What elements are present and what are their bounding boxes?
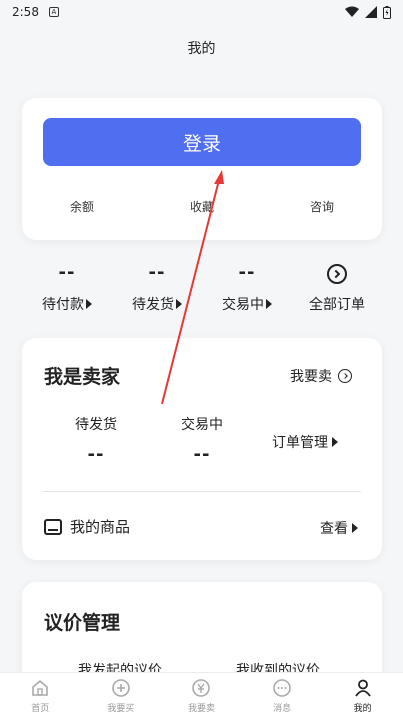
tab-home[interactable]: 首页 — [0, 678, 80, 714]
tab-label: 我要卖 — [187, 703, 215, 714]
chevron-circle-icon — [327, 264, 347, 284]
notification-badge-icon: A — [48, 7, 59, 17]
triangle-right-icon — [352, 523, 358, 533]
tab-buy[interactable]: 我要买 — [81, 678, 161, 714]
view-label: 查看 — [320, 521, 348, 537]
home-icon — [32, 679, 49, 696]
goods-icon — [44, 518, 62, 535]
order-count: -- — [238, 262, 256, 283]
chevron-circle-icon — [338, 369, 352, 383]
plus-circle-icon — [112, 678, 130, 697]
stat-value: -- — [87, 444, 105, 465]
triangle-right-icon — [266, 299, 272, 309]
order-management-link[interactable]: 订单管理 — [272, 432, 338, 452]
stat-label: 待发货 — [75, 417, 117, 433]
order-label: 全部订单 — [309, 297, 365, 313]
tab-messages[interactable]: 消息 — [242, 678, 322, 714]
seller-title: 我是卖家 — [44, 366, 121, 388]
sell-icon — [192, 678, 211, 697]
page-title: 我的 — [187, 41, 216, 57]
order-count: -- — [148, 262, 166, 283]
order-summary: -- 待付款 -- 待发货 -- 交易中 全部订单 — [22, 262, 382, 322]
tab-label: 我要买 — [107, 703, 135, 714]
order-pending-shipment[interactable]: -- 待发货 — [112, 262, 202, 322]
order-all[interactable]: 全部订单 — [292, 262, 382, 322]
stat-label: 交易中 — [181, 417, 223, 433]
triangle-right-icon — [176, 299, 182, 309]
wifi-icon — [345, 6, 359, 17]
battery-icon — [383, 5, 391, 19]
seller-card: 我是卖家 我要卖 待发货 -- 交易中 -- 订单管理 我的商品 查看 — [22, 338, 382, 560]
tab-profile[interactable]: 我的 — [323, 678, 403, 714]
status-time: 2:58 — [12, 5, 39, 19]
triangle-right-icon — [86, 299, 92, 309]
view-goods-link[interactable]: 查看 — [320, 518, 358, 538]
message-icon — [273, 678, 291, 697]
favorites-link[interactable]: 收藏 — [147, 198, 257, 215]
tab-label: 首页 — [31, 703, 50, 714]
divider — [43, 491, 361, 492]
order-pending-payment[interactable]: -- 待付款 — [22, 262, 112, 322]
my-goods-label: 我的商品 — [70, 518, 131, 536]
stat-value: -- — [193, 444, 211, 465]
order-label: 交易中 — [222, 297, 264, 313]
user-icon — [354, 679, 371, 697]
my-goods[interactable]: 我的商品 — [44, 516, 130, 537]
seller-in-trade[interactable]: 交易中 -- — [152, 414, 252, 465]
sell-link[interactable]: 我要卖 — [290, 366, 352, 386]
seller-pending-shipment[interactable]: 待发货 -- — [46, 414, 146, 465]
order-in-trade[interactable]: -- 交易中 — [202, 262, 292, 322]
balance-link[interactable]: 余额 — [27, 198, 137, 215]
order-label: 待付款 — [42, 297, 84, 313]
order-label: 待发货 — [132, 297, 174, 313]
bargain-title: 议价管理 — [44, 612, 121, 634]
login-card: 登录 余额 收藏 咨询 — [22, 98, 382, 240]
sell-link-label: 我要卖 — [290, 369, 332, 385]
status-bar: 2:58 A — [0, 0, 403, 24]
tab-label: 消息 — [273, 703, 292, 714]
order-management-label: 订单管理 — [272, 435, 328, 451]
consult-link[interactable]: 咨询 — [267, 198, 377, 215]
order-count: -- — [58, 262, 76, 283]
triangle-right-icon — [332, 437, 338, 447]
signal-icon — [365, 6, 377, 18]
tab-sell[interactable]: 我要卖 — [161, 678, 241, 714]
tab-label: 我的 — [353, 703, 372, 714]
bottom-tab-bar: 首页 我要买 我要卖 消息 我的 — [0, 672, 403, 718]
login-button[interactable]: 登录 — [43, 118, 361, 166]
